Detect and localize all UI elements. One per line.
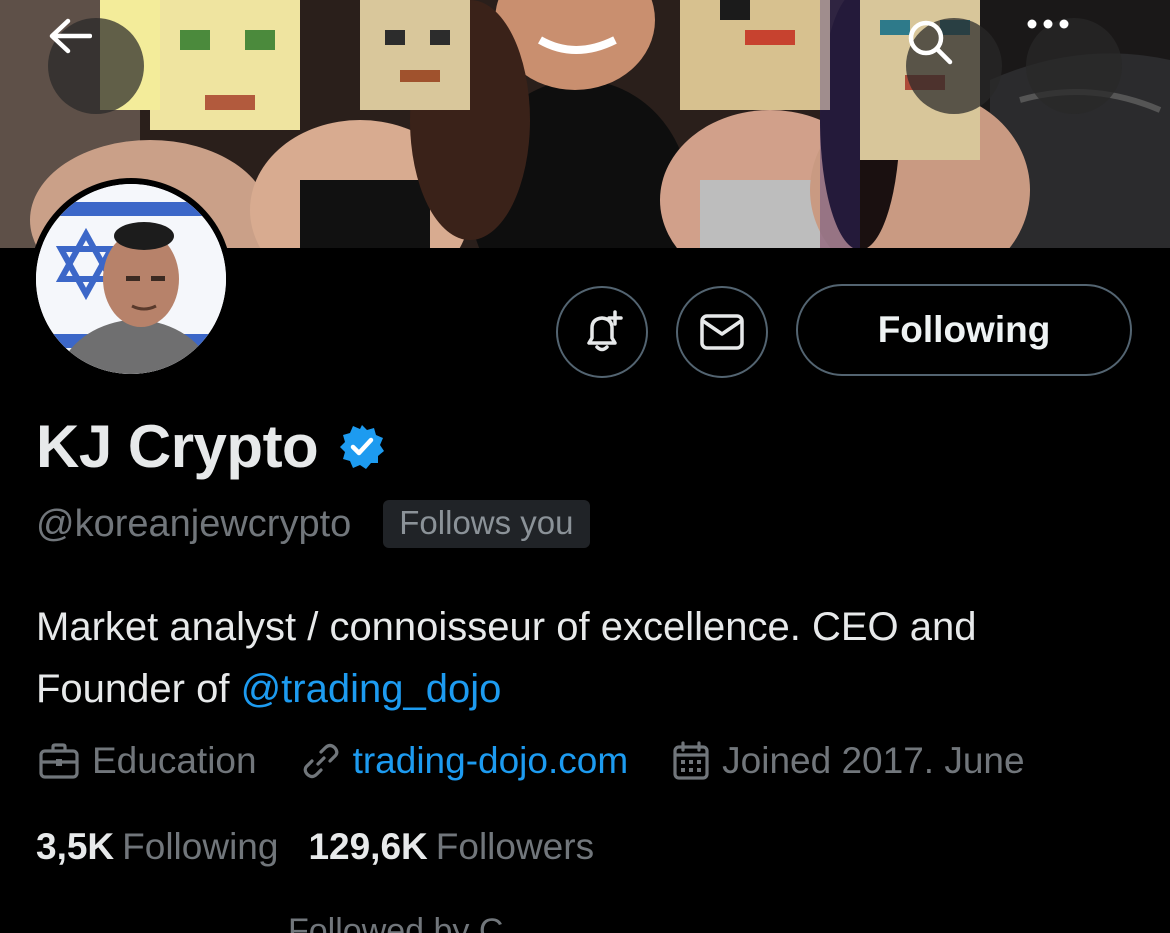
search-icon xyxy=(908,20,953,65)
arrow-left-icon xyxy=(49,18,92,54)
bio-mention-link[interactable]: @trading_dojo xyxy=(241,667,502,711)
follows-you-badge: Follows you xyxy=(383,500,590,548)
message-button[interactable] xyxy=(676,286,768,378)
category-label: Education xyxy=(92,740,257,781)
profile-page: Following KJ Crypto @koreanjewcrypto Fol… xyxy=(0,0,1170,933)
briefcase-icon xyxy=(39,743,79,779)
joined-date: Joined 2017. June xyxy=(722,740,1025,781)
search-button[interactable] xyxy=(906,18,1002,114)
avatar-photo xyxy=(36,184,226,374)
more-options-button[interactable] xyxy=(1026,18,1122,114)
following-count-link[interactable]: 3,5K Following xyxy=(36,826,278,868)
follow-counts-row: 3,5K Following 129,6K Followers xyxy=(36,826,624,868)
link-icon xyxy=(303,743,338,779)
followers-count-link[interactable]: 129,6K Followers xyxy=(308,826,594,868)
category-item: Education xyxy=(38,740,257,782)
website-item[interactable]: trading-dojo.com xyxy=(301,740,629,782)
back-button[interactable] xyxy=(48,18,144,114)
bio-text: Market analyst / connoisseur of excellen… xyxy=(36,605,977,711)
verified-badge-icon[interactable] xyxy=(338,423,386,471)
avatar-image xyxy=(36,184,226,374)
following-button-label: Following xyxy=(877,309,1051,350)
profile-avatar[interactable] xyxy=(30,178,232,380)
mail-icon xyxy=(700,314,744,350)
following-button[interactable]: Following xyxy=(796,284,1132,376)
username-handle: @koreanjewcrypto xyxy=(36,502,352,545)
website-link[interactable]: trading-dojo.com xyxy=(353,740,629,782)
followers-count-label: Followers xyxy=(435,826,595,867)
calendar-icon xyxy=(673,741,709,780)
display-name: KJ Crypto xyxy=(36,413,319,480)
following-count: 3,5K xyxy=(36,826,115,867)
notifications-button[interactable] xyxy=(556,286,648,378)
profile-bio: Market analyst / connoisseur of excellen… xyxy=(36,596,1136,720)
handle-row: @koreanjewcrypto Follows you xyxy=(36,500,590,548)
profile-meta-row: Education trading-dojo.com Joined 2017. … xyxy=(38,740,1069,782)
followed-by-text[interactable]: Followed by C... xyxy=(288,912,532,933)
more-horizontal-icon xyxy=(1027,19,1069,29)
display-name-row: KJ Crypto xyxy=(36,412,386,481)
joined-item: Joined 2017. June xyxy=(672,740,1025,782)
followers-count: 129,6K xyxy=(308,826,428,867)
bell-plus-icon xyxy=(587,310,623,352)
following-count-label: Following xyxy=(122,826,279,867)
